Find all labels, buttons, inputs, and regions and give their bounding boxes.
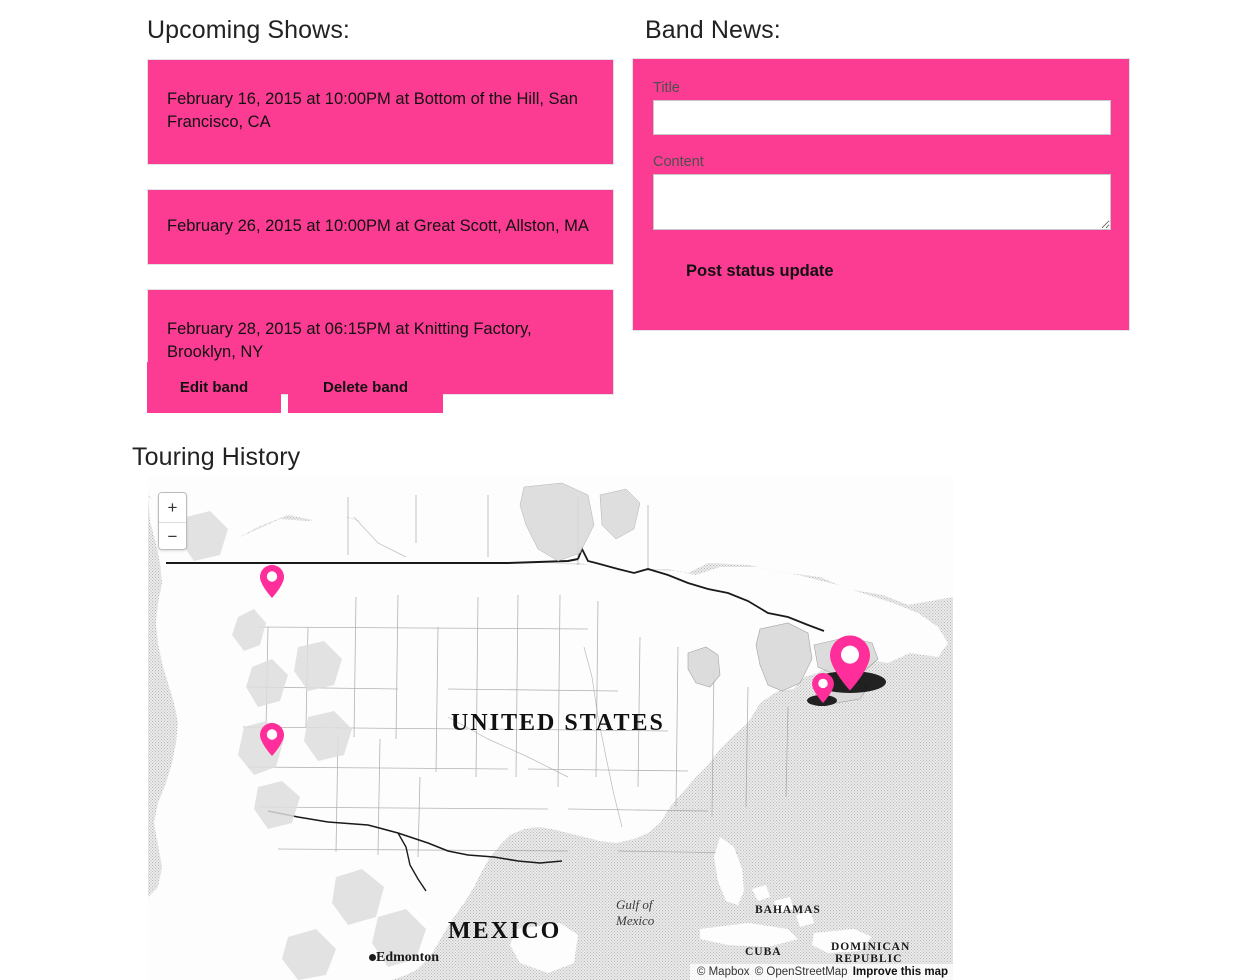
touring-history-heading: Touring History xyxy=(132,443,301,471)
map-attribution: © Mapbox © OpenStreetMap Improve this ma… xyxy=(689,964,953,980)
map-pin-icon xyxy=(830,635,870,691)
zoom-out-button[interactable]: − xyxy=(159,522,186,549)
touring-history-map[interactable]: + − Edmonton Calgary Saskatoon Regina Wi… xyxy=(148,477,953,980)
water-label: Gulf of xyxy=(616,897,653,912)
country-label: MEXICO xyxy=(448,918,562,944)
title-label: Title xyxy=(653,80,680,96)
water-label: Mexico xyxy=(616,913,655,928)
content-field[interactable] xyxy=(653,174,1111,230)
region-label: DOMINICAN xyxy=(831,941,911,953)
map-pin-icon xyxy=(260,723,284,756)
show-card[interactable]: February 16, 2015 at 10:00PM at Bottom o… xyxy=(147,59,614,165)
edit-band-button[interactable]: Edit band xyxy=(147,362,281,413)
band-page: Upcoming Shows: February 16, 2015 at 10:… xyxy=(0,0,1258,980)
post-status-update-button[interactable]: Post status update xyxy=(676,254,844,289)
map-marker-seattle[interactable] xyxy=(260,565,284,603)
map-zoom-control[interactable]: + − xyxy=(158,492,187,550)
band-actions: Edit band Delete band xyxy=(147,362,443,413)
region-label: BAHAMAS xyxy=(755,904,821,916)
zoom-in-button[interactable]: + xyxy=(159,493,186,522)
city-dot xyxy=(369,954,376,961)
band-news-heading: Band News: xyxy=(645,16,781,44)
map-marker-boston[interactable] xyxy=(814,635,886,696)
map-pin-icon xyxy=(260,565,284,598)
map-marker-san-francisco[interactable] xyxy=(260,723,284,761)
delete-band-button[interactable]: Delete band xyxy=(288,362,443,413)
map-canvas[interactable]: + − Edmonton Calgary Saskatoon Regina Wi… xyxy=(148,477,953,980)
show-card[interactable]: February 26, 2015 at 10:00PM at Great Sc… xyxy=(147,189,614,265)
attribution-mapbox[interactable]: © Mapbox xyxy=(697,966,750,978)
attribution-osm[interactable]: © OpenStreetMap xyxy=(755,966,848,978)
region-label: CUBA xyxy=(745,946,782,958)
country-label: UNITED STATES xyxy=(451,710,665,736)
map-pin-icon xyxy=(812,673,834,703)
city-label: Edmonton xyxy=(376,950,440,965)
upcoming-shows-heading: Upcoming Shows: xyxy=(147,16,350,44)
title-field[interactable] xyxy=(653,100,1111,135)
band-news-form: Title Content Post status update xyxy=(632,58,1130,331)
attribution-improve-link[interactable]: Improve this map xyxy=(853,966,948,978)
content-label: Content xyxy=(653,154,704,170)
map-marker-brooklyn[interactable] xyxy=(807,673,837,708)
